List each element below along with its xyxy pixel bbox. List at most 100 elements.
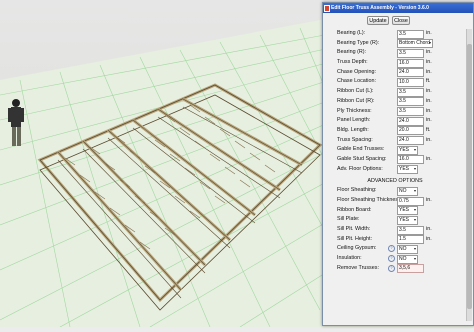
- form-row: Ribbon Cut (R): 3.5 in.: [325, 97, 465, 107]
- dialog-toolbar: Update Close: [323, 13, 473, 29]
- form-row: Floor Sheathing Thickness: 0.75 in.: [325, 196, 465, 206]
- select-value: NO: [399, 187, 407, 194]
- form-row: Remove Trusses:? 3,5,6: [325, 264, 465, 274]
- field-label: Adv. Floor Options:: [337, 165, 383, 172]
- unit-label: ft.: [426, 126, 431, 133]
- form-row: Truss Depth: 16.0 in.: [325, 58, 465, 68]
- unit-label: in.: [426, 30, 432, 36]
- form-row: Sill Plt. Height: 1.5 in.: [325, 235, 465, 245]
- form-scrollbar[interactable]: [466, 29, 472, 321]
- field-label: Ribbon Board:: [337, 206, 372, 213]
- field-input[interactable]: 16.0: [397, 155, 424, 165]
- unit-label: in.: [426, 59, 432, 66]
- form-row: Bearing (L): 3.5 in.: [325, 29, 465, 39]
- form-row: Ply Thickness: 3.5 in.: [325, 107, 465, 117]
- scrollbar-thumb[interactable]: [467, 44, 472, 309]
- chevron-down-icon: [414, 257, 416, 260]
- unit-label: in.: [426, 117, 432, 124]
- field-input[interactable]: 3.5: [397, 225, 424, 235]
- form-row: Bldg. Length: 20.0 ft.: [325, 126, 465, 136]
- field-label: Remove Trusses:: [337, 264, 379, 271]
- dialog-titlebar[interactable]: Edit Floor Truss Assembly - Version 3.6.…: [323, 3, 473, 13]
- field-input[interactable]: 24.0: [397, 136, 424, 146]
- form-row: Ribbon Cut (L): 3.5 in.: [325, 87, 465, 97]
- form-row: Gable End Trusses: YES: [325, 145, 465, 155]
- form-row: Sill Plate: YES: [325, 215, 465, 225]
- unit-label: in.: [426, 107, 432, 114]
- unit-label: in.: [426, 97, 432, 104]
- form-row: Adv. Floor Options: YES: [325, 165, 465, 175]
- chevron-down-icon: [414, 168, 416, 171]
- field-label: Ply Thickness:: [337, 107, 372, 114]
- help-icon[interactable]: ?: [388, 264, 395, 272]
- field-label: Truss Spacing:: [337, 136, 373, 143]
- close-button[interactable]: Close: [392, 16, 410, 25]
- advanced-options-heading: ADVANCED OPTIONS: [367, 178, 423, 185]
- field-input[interactable]: 3.5: [397, 29, 424, 39]
- field-input[interactable]: 3.5: [397, 107, 424, 116]
- form-row: Ribbon Board: YES: [325, 206, 465, 216]
- select-value: Bottom Chord: [399, 40, 430, 47]
- field-input[interactable]: 24.0: [397, 116, 424, 126]
- field-input[interactable]: 0.75: [397, 196, 424, 206]
- field-label: Gable Stud Spacing:: [337, 155, 387, 162]
- unit-label: in.: [426, 136, 432, 143]
- field-input[interactable]: 3.5: [397, 87, 424, 97]
- update-button[interactable]: Update: [367, 16, 389, 25]
- field-input[interactable]: 1.5: [397, 235, 424, 245]
- chevron-down-icon: [414, 209, 416, 212]
- field-select[interactable]: NO: [397, 254, 418, 264]
- unit-label: in.: [426, 88, 432, 95]
- form-row: Ceiling Gypsum:? NO: [325, 244, 465, 254]
- edit-floor-truss-dialog[interactable]: Edit Floor Truss Assembly - Version 3.6.…: [322, 2, 474, 326]
- field-label: Chase Opening:: [337, 68, 376, 75]
- field-label: Floor Sheathing:: [337, 187, 377, 194]
- field-select[interactable]: YES: [397, 206, 418, 216]
- field-label: Bearing (R):: [337, 49, 367, 56]
- field-label: Sill Plate:: [337, 216, 360, 223]
- form-row: Insulation:? NO: [325, 254, 465, 264]
- form-row: Chase Opening: 24.0 in.: [325, 68, 465, 78]
- help-icon[interactable]: ?: [388, 255, 395, 263]
- field-input[interactable]: 3.5: [397, 97, 424, 107]
- help-icon[interactable]: ?: [388, 245, 395, 253]
- field-label: Sill Plt. Width:: [337, 226, 371, 233]
- select-value: NO: [399, 255, 407, 262]
- field-label: Ceiling Gypsum:: [337, 245, 377, 252]
- field-label: Bldg. Length:: [337, 126, 369, 133]
- options-form: Bearing (L): 3.5 in. Bearing Type (R): Botto…: [325, 29, 465, 321]
- field-select[interactable]: NO: [397, 244, 418, 254]
- field-label: Floor Sheathing Thickness:: [337, 197, 403, 203]
- field-input[interactable]: 3.5: [397, 48, 424, 58]
- unit-label: in.: [426, 49, 432, 56]
- chevron-down-icon: [414, 148, 416, 151]
- select-value: YES: [399, 216, 410, 223]
- field-select[interactable]: YES: [397, 145, 418, 155]
- form-row: Bearing (R): 3.5 in.: [325, 48, 465, 58]
- chevron-down-icon: [429, 42, 431, 45]
- field-label: Truss Depth:: [337, 59, 368, 66]
- field-label: Gable End Trusses:: [337, 146, 385, 153]
- select-value: YES: [399, 146, 410, 153]
- field-label: Ribbon Cut (R):: [337, 97, 375, 104]
- field-input[interactable]: 10.0: [397, 77, 424, 87]
- select-value: NO: [399, 245, 407, 252]
- form-row: Panel Length: 24.0 in.: [325, 116, 465, 126]
- field-label: Bearing Type (R):: [337, 39, 380, 46]
- chevron-down-icon: [414, 247, 416, 250]
- field-input[interactable]: 16.0: [397, 58, 424, 68]
- field-input[interactable]: 20.0: [397, 126, 424, 136]
- field-input[interactable]: 24.0: [397, 68, 424, 78]
- field-label: Panel Length:: [337, 117, 371, 124]
- field-label: Sill Plt. Height:: [337, 235, 373, 242]
- field-select[interactable]: YES: [397, 165, 418, 175]
- chevron-down-icon: [414, 189, 416, 192]
- field-input[interactable]: 3,5,6: [397, 264, 424, 274]
- field-select[interactable]: Bottom Chord: [397, 39, 433, 49]
- form-row: Truss Spacing: 24.0 in.: [325, 136, 465, 146]
- form-row: Gable Stud Spacing: 16.0 in.: [325, 155, 465, 165]
- form-row: Chase Location: 10.0 ft.: [325, 77, 465, 87]
- field-select[interactable]: YES: [397, 215, 418, 225]
- form-row: Sill Plt. Width: 3.5 in.: [325, 225, 465, 235]
- field-select[interactable]: NO: [397, 186, 418, 196]
